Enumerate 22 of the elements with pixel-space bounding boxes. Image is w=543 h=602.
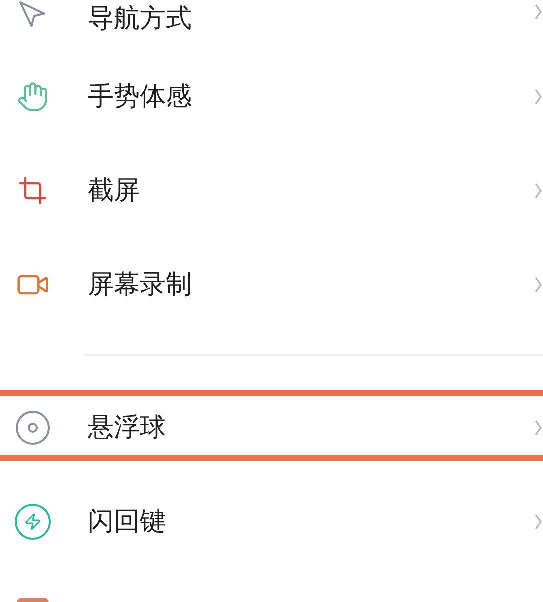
- navigation-icon: [18, 0, 48, 30]
- settings-item[interactable]: 截屏: [0, 144, 543, 238]
- chevron-icon: [535, 183, 542, 199]
- floating-ball-icon: [15, 410, 51, 446]
- crop-icon: [18, 176, 48, 206]
- chevron-icon: [535, 420, 542, 436]
- chevron-icon: [535, 89, 542, 105]
- chevron-icon: [535, 514, 542, 530]
- item-label: 截屏: [88, 174, 140, 208]
- flash-icon: [15, 504, 51, 540]
- hand-icon: [17, 81, 49, 113]
- settings-item[interactable]: 闪回键: [0, 475, 543, 569]
- item-label: 屏幕录制: [88, 268, 192, 302]
- item-label: 手势体感: [88, 80, 192, 114]
- item-label: 闪回键: [88, 506, 166, 538]
- item-label: 悬浮球: [88, 412, 166, 444]
- chevron-icon: [535, 277, 542, 293]
- chevron-icon: [535, 4, 542, 20]
- settings-item[interactable]: 手势体感: [0, 50, 543, 144]
- settings-item[interactable]: 屏幕录制: [0, 238, 543, 332]
- settings-item[interactable]: 导航方式: [0, 0, 543, 50]
- item-label: 导航方式: [88, 3, 192, 36]
